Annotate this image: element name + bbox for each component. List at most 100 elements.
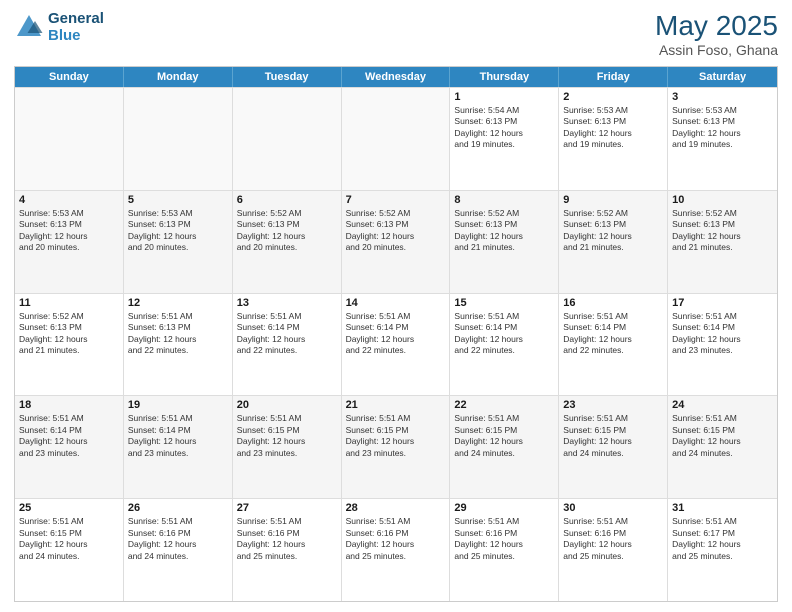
week-row-2: 4Sunrise: 5:53 AM Sunset: 6:13 PM Daylig… [15, 190, 777, 293]
day-number: 29 [454, 502, 554, 514]
cell-text: Sunrise: 5:51 AM Sunset: 6:14 PM Dayligh… [454, 311, 554, 357]
day-number: 25 [19, 502, 119, 514]
cell-text: Sunrise: 5:51 AM Sunset: 6:14 PM Dayligh… [346, 311, 446, 357]
cal-cell: 14 Sunrise: 5:51 AM Sunset: 6:14 PM Dayli… [342, 294, 451, 396]
cal-cell [124, 88, 233, 190]
cal-cell: 27 Sunrise: 5:51 AM Sunset: 6:16 PM Dayli… [233, 499, 342, 601]
cell-text: Sunrise: 5:52 AM Sunset: 6:13 PM Dayligh… [454, 208, 554, 254]
cal-cell: 29Sunrise: 5:51 AM Sunset: 6:16 PM Dayli… [450, 499, 559, 601]
calendar: SundayMondayTuesdayWednesdayThursdayFrid… [14, 66, 778, 602]
cell-text: Sunrise: 5:51 AM Sunset: 6:15 PM Dayligh… [346, 413, 446, 459]
day-number: 2 [563, 91, 663, 103]
cal-cell: 2 Sunrise: 5:53 AM Sunset: 6:13 PM Daylig… [559, 88, 668, 190]
cal-cell: 26 Sunrise: 5:51 AM Sunset: 6:16 PM Dayli… [124, 499, 233, 601]
cell-text: Sunrise: 5:51 AM Sunset: 6:14 PM Dayligh… [672, 311, 773, 357]
day-header-wednesday: Wednesday [342, 67, 451, 87]
cal-cell: 10 Sunrise: 5:52 AM Sunset: 6:13 PM Dayli… [668, 191, 777, 293]
cal-cell: 3Sunrise: 5:53 AM Sunset: 6:13 PM Daylig… [668, 88, 777, 190]
cal-cell [15, 88, 124, 190]
day-header-friday: Friday [559, 67, 668, 87]
day-number: 7 [346, 194, 446, 206]
cell-text: Sunrise: 5:51 AM Sunset: 6:14 PM Dayligh… [563, 311, 663, 357]
cal-cell: 1 Sunrise: 5:54 AM Sunset: 6:13 PM Daylig… [450, 88, 559, 190]
cell-text: Sunrise: 5:53 AM Sunset: 6:13 PM Dayligh… [19, 208, 119, 254]
cell-text: Sunrise: 5:52 AM Sunset: 6:13 PM Dayligh… [346, 208, 446, 254]
week-row-3: 11 Sunrise: 5:52 AM Sunset: 6:13 PM Dayli… [15, 293, 777, 396]
cal-cell: 19 Sunrise: 5:51 AM Sunset: 6:14 PM Dayli… [124, 396, 233, 498]
cal-cell: 6Sunrise: 5:52 AM Sunset: 6:13 PM Daylig… [233, 191, 342, 293]
day-number: 21 [346, 399, 446, 411]
day-number: 1 [454, 91, 554, 103]
day-number: 26 [128, 502, 228, 514]
day-number: 9 [563, 194, 663, 206]
day-number: 31 [672, 502, 773, 514]
day-number: 5 [128, 194, 228, 206]
cell-text: Sunrise: 5:52 AM Sunset: 6:13 PM Dayligh… [237, 208, 337, 254]
calendar-body: 1 Sunrise: 5:54 AM Sunset: 6:13 PM Daylig… [15, 87, 777, 601]
day-number: 30 [563, 502, 663, 514]
cal-cell: 12Sunrise: 5:51 AM Sunset: 6:13 PM Dayli… [124, 294, 233, 396]
logo-icon [14, 12, 44, 42]
cal-cell: 28Sunrise: 5:51 AM Sunset: 6:16 PM Dayli… [342, 499, 451, 601]
cell-text: Sunrise: 5:53 AM Sunset: 6:13 PM Dayligh… [563, 105, 663, 151]
logo: General Blue [14, 10, 104, 44]
cal-cell: 31 Sunrise: 5:51 AM Sunset: 6:17 PM Dayli… [668, 499, 777, 601]
cell-text: Sunrise: 5:51 AM Sunset: 6:15 PM Dayligh… [672, 413, 773, 459]
day-number: 24 [672, 399, 773, 411]
day-number: 8 [454, 194, 554, 206]
week-row-4: 18 Sunrise: 5:51 AM Sunset: 6:14 PM Dayli… [15, 395, 777, 498]
cal-cell: 20Sunrise: 5:51 AM Sunset: 6:15 PM Dayli… [233, 396, 342, 498]
location: Assin Foso, Ghana [655, 42, 778, 58]
cal-cell: 21 Sunrise: 5:51 AM Sunset: 6:15 PM Dayli… [342, 396, 451, 498]
cell-text: Sunrise: 5:51 AM Sunset: 6:15 PM Dayligh… [454, 413, 554, 459]
cal-cell: 24 Sunrise: 5:51 AM Sunset: 6:15 PM Dayli… [668, 396, 777, 498]
day-number: 13 [237, 297, 337, 309]
cell-text: Sunrise: 5:53 AM Sunset: 6:13 PM Dayligh… [672, 105, 773, 151]
cell-text: Sunrise: 5:51 AM Sunset: 6:14 PM Dayligh… [19, 413, 119, 459]
cal-cell: 4Sunrise: 5:53 AM Sunset: 6:13 PM Daylig… [15, 191, 124, 293]
day-number: 16 [563, 297, 663, 309]
week-row-1: 1 Sunrise: 5:54 AM Sunset: 6:13 PM Daylig… [15, 87, 777, 190]
calendar-header: SundayMondayTuesdayWednesdayThursdayFrid… [15, 67, 777, 87]
cell-text: Sunrise: 5:52 AM Sunset: 6:13 PM Dayligh… [19, 311, 119, 357]
title-block: May 2025 Assin Foso, Ghana [655, 10, 778, 58]
day-number: 19 [128, 399, 228, 411]
cell-text: Sunrise: 5:53 AM Sunset: 6:13 PM Dayligh… [128, 208, 228, 254]
cal-cell: 13Sunrise: 5:51 AM Sunset: 6:14 PM Dayli… [233, 294, 342, 396]
day-number: 27 [237, 502, 337, 514]
cal-cell: 22 Sunrise: 5:51 AM Sunset: 6:15 PM Dayli… [450, 396, 559, 498]
day-header-tuesday: Tuesday [233, 67, 342, 87]
cell-text: Sunrise: 5:51 AM Sunset: 6:16 PM Dayligh… [128, 516, 228, 562]
cal-cell: 5 Sunrise: 5:53 AM Sunset: 6:13 PM Daylig… [124, 191, 233, 293]
cal-cell [342, 88, 451, 190]
cell-text: Sunrise: 5:51 AM Sunset: 6:16 PM Dayligh… [563, 516, 663, 562]
cal-cell: 25Sunrise: 5:51 AM Sunset: 6:15 PM Dayli… [15, 499, 124, 601]
week-row-5: 25Sunrise: 5:51 AM Sunset: 6:15 PM Dayli… [15, 498, 777, 601]
cal-cell: 17Sunrise: 5:51 AM Sunset: 6:14 PM Dayli… [668, 294, 777, 396]
cal-cell: 23Sunrise: 5:51 AM Sunset: 6:15 PM Dayli… [559, 396, 668, 498]
cell-text: Sunrise: 5:51 AM Sunset: 6:14 PM Dayligh… [128, 413, 228, 459]
cell-text: Sunrise: 5:51 AM Sunset: 6:13 PM Dayligh… [128, 311, 228, 357]
cell-text: Sunrise: 5:52 AM Sunset: 6:13 PM Dayligh… [563, 208, 663, 254]
cal-cell: 7 Sunrise: 5:52 AM Sunset: 6:13 PM Daylig… [342, 191, 451, 293]
cell-text: Sunrise: 5:51 AM Sunset: 6:16 PM Dayligh… [237, 516, 337, 562]
day-number: 11 [19, 297, 119, 309]
month-year: May 2025 [655, 10, 778, 42]
day-number: 10 [672, 194, 773, 206]
day-number: 22 [454, 399, 554, 411]
cal-cell: 30 Sunrise: 5:51 AM Sunset: 6:16 PM Dayli… [559, 499, 668, 601]
day-number: 23 [563, 399, 663, 411]
cell-text: Sunrise: 5:51 AM Sunset: 6:17 PM Dayligh… [672, 516, 773, 562]
cell-text: Sunrise: 5:51 AM Sunset: 6:16 PM Dayligh… [346, 516, 446, 562]
cal-cell: 11 Sunrise: 5:52 AM Sunset: 6:13 PM Dayli… [15, 294, 124, 396]
day-number: 20 [237, 399, 337, 411]
day-number: 18 [19, 399, 119, 411]
day-number: 14 [346, 297, 446, 309]
cell-text: Sunrise: 5:54 AM Sunset: 6:13 PM Dayligh… [454, 105, 554, 151]
day-header-sunday: Sunday [15, 67, 124, 87]
logo-text: General Blue [48, 10, 104, 44]
cal-cell [233, 88, 342, 190]
cell-text: Sunrise: 5:52 AM Sunset: 6:13 PM Dayligh… [672, 208, 773, 254]
header: General Blue May 2025 Assin Foso, Ghana [14, 10, 778, 58]
cal-cell: 8 Sunrise: 5:52 AM Sunset: 6:13 PM Daylig… [450, 191, 559, 293]
